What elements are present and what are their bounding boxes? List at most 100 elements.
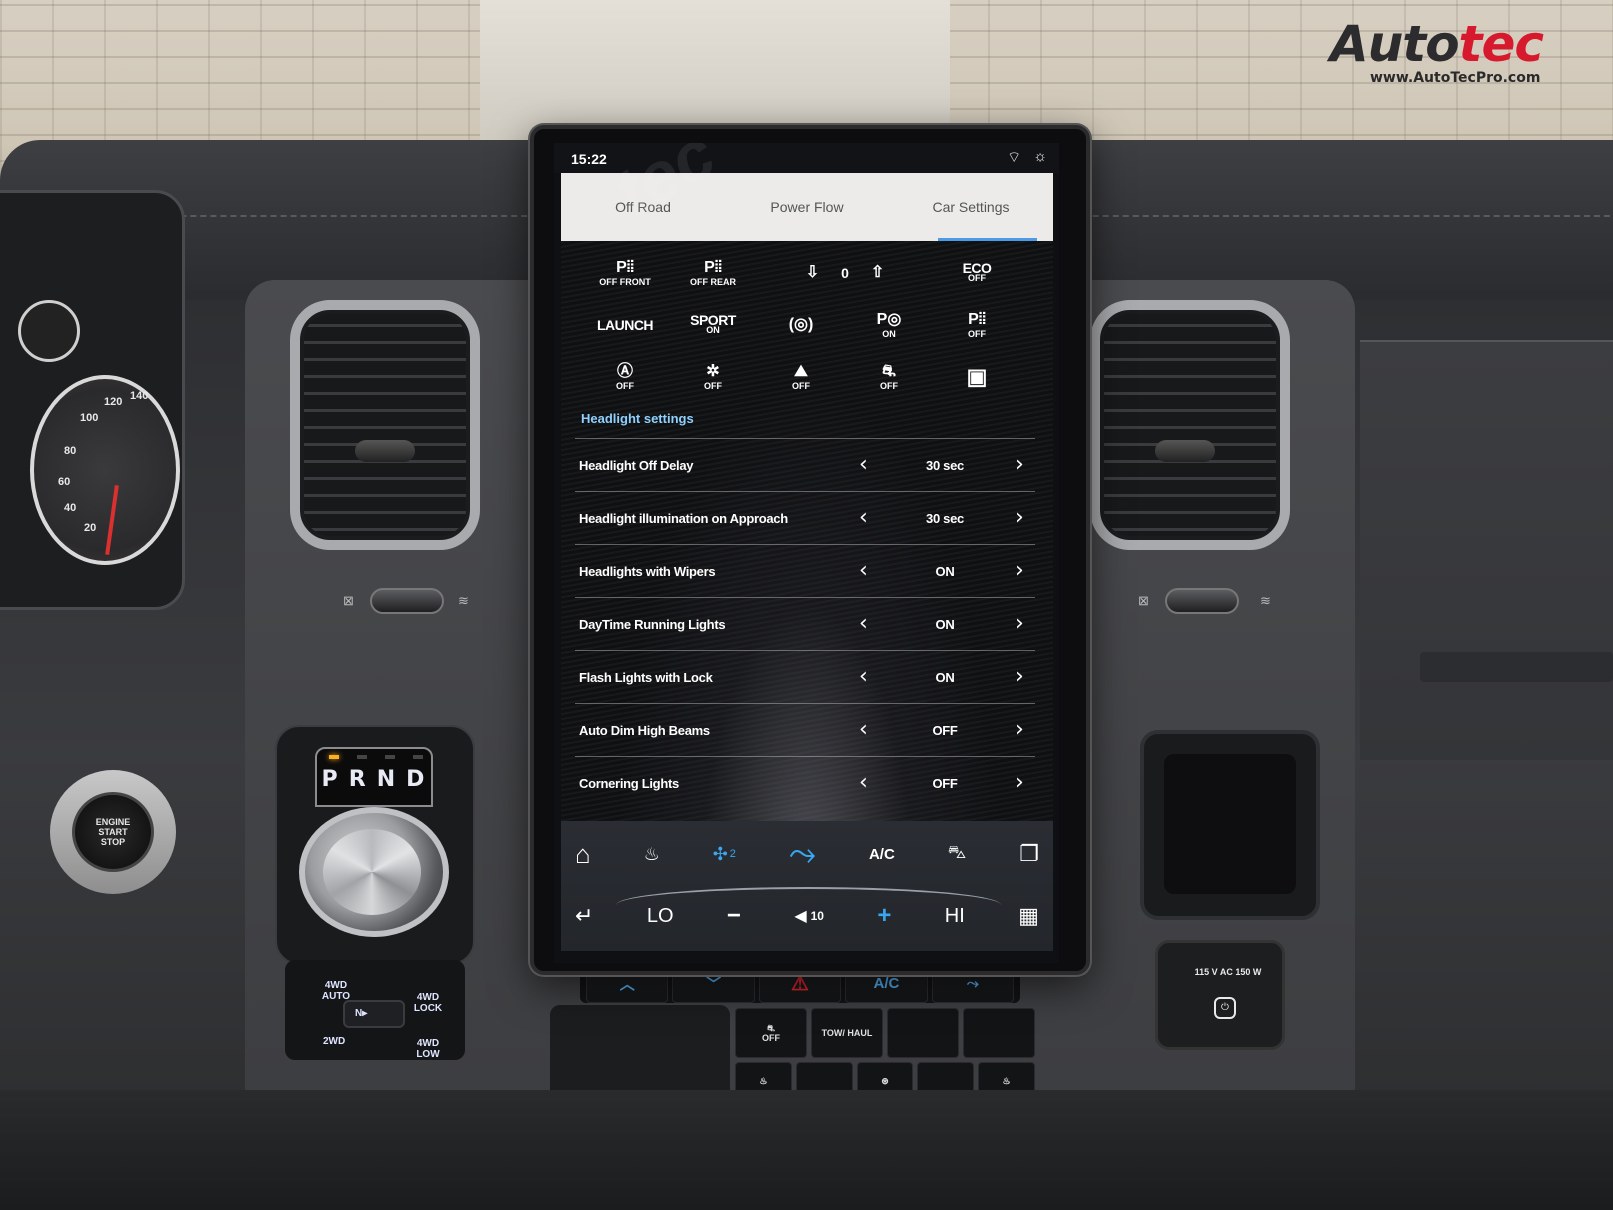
home-icon[interactable]: ⌂	[575, 839, 591, 870]
temp-high-button[interactable]: HI	[945, 905, 965, 928]
ride-height-control: ⇩ 0 ⇧	[757, 247, 933, 299]
speedo-tick: 20	[84, 522, 97, 534]
gear-r: R	[348, 767, 368, 792]
chevron-right-icon[interactable]: ›	[1015, 772, 1024, 794]
storage-bin-opening	[1164, 754, 1296, 894]
left-air-vent[interactable]	[290, 300, 480, 550]
chevron-left-icon[interactable]: ‹	[859, 507, 868, 529]
4wd-low-label[interactable]: 4WD LOW	[413, 1038, 443, 1060]
shifter-dial[interactable]	[299, 807, 449, 937]
blank-switch[interactable]	[887, 1008, 959, 1058]
brightness-icon[interactable]: ☼	[1033, 148, 1047, 167]
vent-direction-knob[interactable]	[1155, 440, 1215, 462]
setting-row-illumination-on-approach: Headlight illumination on Approach ‹ 30 …	[575, 491, 1035, 544]
sport-label: SPORT	[690, 312, 736, 328]
apps-grid-icon[interactable]: ▦	[1018, 903, 1039, 929]
tab-car-settings[interactable]: Car Settings	[889, 173, 1053, 241]
gear-led-r	[357, 755, 367, 759]
quick-label: ON	[882, 329, 896, 339]
4wd-auto-label[interactable]: 4WD AUTO	[321, 980, 351, 1002]
wifi-icon[interactable]: ⌔	[1007, 148, 1021, 167]
chevron-right-icon[interactable]: ›	[1015, 666, 1024, 688]
park-assist-rear-off-button[interactable]: P⦙⦙ OFF REAR	[669, 247, 757, 299]
headlight-settings-list: Headlight Off Delay ‹ 30 sec › Headlight…	[575, 438, 1035, 809]
launch-button[interactable]: LAUNCH	[581, 299, 669, 351]
setting-label: Headlight Off Delay	[579, 457, 694, 473]
quick-label: OFF	[880, 381, 898, 391]
chevron-left-icon[interactable]: ‹	[859, 613, 868, 635]
rear-defrost-icon[interactable]: ♨	[644, 844, 660, 865]
power-outlet[interactable]: 115 V AC 150 W ⏻	[1155, 940, 1285, 1050]
vent-direction-knob[interactable]	[355, 440, 415, 462]
heated-seat-icon: ♨	[759, 1076, 768, 1086]
chevron-right-icon[interactable]: ›	[1015, 719, 1024, 741]
park-steering-button[interactable]: P◎ ON	[845, 299, 933, 351]
traction-control-off-button[interactable]: ⛐ OFF	[735, 1008, 807, 1058]
setting-value: ON	[935, 616, 955, 632]
raise-vehicle-icon[interactable]: ⇧	[871, 264, 884, 282]
speedo-tick: 140	[130, 390, 149, 402]
engine-start-stop-button[interactable]: ENGINE START STOP	[72, 792, 154, 872]
blank-switch[interactable]	[963, 1008, 1035, 1058]
vent-close-icon: ⊠	[1138, 593, 1149, 608]
eco-off-button[interactable]: ECO OFF	[933, 247, 1021, 299]
chevron-right-icon[interactable]: ›	[1015, 613, 1024, 635]
setting-label: DayTime Running Lights	[579, 616, 726, 632]
chevron-left-icon[interactable]: ‹	[859, 454, 868, 476]
chevron-right-icon[interactable]: ›	[1015, 507, 1024, 529]
tab-power-flow[interactable]: Power Flow	[725, 173, 889, 241]
4wd-lock-label[interactable]: 4WD LOCK	[413, 992, 443, 1014]
gear-led-d	[413, 755, 423, 759]
left-vent-roller[interactable]	[370, 588, 444, 614]
seat-airflow-icon[interactable]: ⤳	[789, 835, 816, 874]
engine-label: ENGINE	[95, 817, 131, 827]
park-assist-off-button[interactable]: P⦙⦙ OFF	[933, 299, 1021, 351]
fan-speed-button[interactable]: ✣ 2	[713, 844, 736, 865]
recirculation-icon[interactable]: ⛍	[948, 842, 967, 866]
park-assist-icon: P⦙⦙	[616, 259, 634, 276]
traction-control-off-button[interactable]: ⛐ OFF	[845, 351, 933, 403]
head-unit: 15:22 ⌔ ☼ Off Road Power Flow Car Settin…	[530, 125, 1090, 975]
hill-descent-off-button[interactable]: ⛰ OFF	[757, 351, 845, 403]
steering-wheel-icon: P◎	[876, 311, 902, 328]
setting-label: Flash Lights with Lock	[579, 669, 713, 685]
right-vent-roller[interactable]	[1165, 588, 1239, 614]
temp-low-button[interactable]: LO	[647, 905, 674, 928]
back-icon[interactable]: ↵	[575, 903, 593, 929]
park-assist-front-off-button[interactable]: P⦙⦙ OFF FRONT	[581, 247, 669, 299]
auto-stop-off-button[interactable]: Ⓐ OFF	[581, 351, 669, 403]
volume-down-button[interactable]: −	[727, 902, 741, 930]
gear-d: D	[406, 767, 427, 792]
chevron-left-icon[interactable]: ‹	[859, 560, 868, 582]
shifter-dial-cap	[323, 829, 421, 915]
setting-label: Headlight illumination on Approach	[579, 510, 788, 526]
heated-wheel-icon: ⊛	[881, 1076, 889, 1086]
chevron-right-icon[interactable]: ›	[1015, 560, 1024, 582]
engine-start-ring: ENGINE START STOP	[50, 770, 176, 894]
traction-off-label: OFF	[762, 1033, 780, 1043]
display-settings-icon: ▣	[966, 364, 988, 389]
setting-value: ON	[935, 563, 955, 579]
multitask-icon[interactable]: ❐	[1019, 841, 1039, 867]
section-title: Headlight settings	[581, 411, 694, 426]
traction-control-icon: ⛐	[882, 363, 896, 380]
neutral-button[interactable]: N▸	[343, 1000, 405, 1028]
lower-vehicle-icon[interactable]: ⇩	[806, 264, 819, 282]
display-settings-button[interactable]: ▣	[933, 351, 1021, 403]
outlet-icon: ⏻	[1214, 997, 1236, 1019]
volume-up-button[interactable]: +	[877, 902, 891, 930]
chevron-left-icon[interactable]: ‹	[859, 772, 868, 794]
chevron-left-icon[interactable]: ‹	[859, 719, 868, 741]
chevron-left-icon[interactable]: ‹	[859, 666, 868, 688]
right-air-vent[interactable]	[1090, 300, 1290, 550]
ac-button[interactable]: A/C	[869, 846, 895, 863]
setting-row-daytime-running-lights: DayTime Running Lights ‹ ON ›	[575, 597, 1035, 650]
sport-mode-button[interactable]: SPORT ON	[669, 299, 757, 351]
2wd-label[interactable]: 2WD	[323, 1036, 345, 1047]
tab-off-road[interactable]: Off Road	[561, 173, 725, 241]
tow-haul-button[interactable]: TOW/ HAUL	[811, 1008, 883, 1058]
chevron-right-icon[interactable]: ›	[1015, 454, 1024, 476]
collision-warning-off-button[interactable]: ✲ OFF	[669, 351, 757, 403]
hill-descent-icon: ⛰	[794, 363, 808, 380]
parking-brake-button[interactable]: (◎)	[757, 299, 845, 351]
